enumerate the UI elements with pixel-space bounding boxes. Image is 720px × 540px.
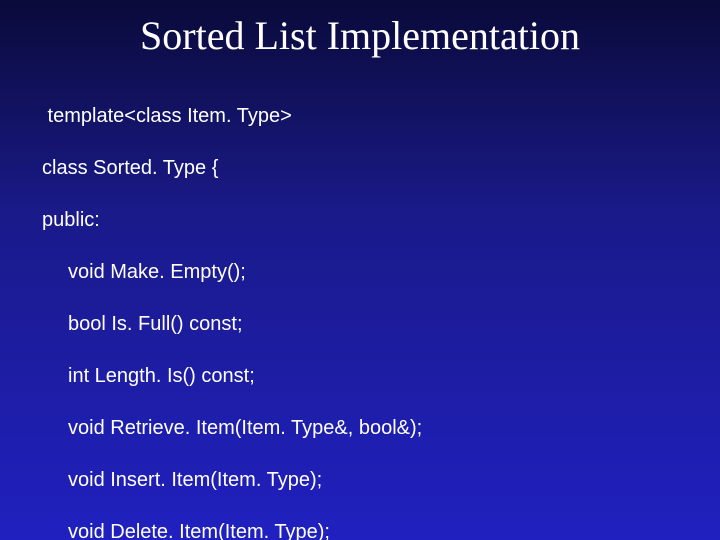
code-line: template<class Item. Type> (42, 103, 720, 129)
code-block: template<class Item. Type> class Sorted.… (42, 77, 720, 540)
code-line: class Sorted. Type { (42, 155, 720, 181)
code-line: void Delete. Item(Item. Type); (68, 519, 720, 540)
code-line: public: (42, 207, 720, 233)
code-line: void Insert. Item(Item. Type); (68, 467, 720, 493)
slide-title: Sorted List Implementation (0, 12, 720, 59)
code-line: bool Is. Full() const; (68, 311, 720, 337)
code-line: int Length. Is() const; (68, 363, 720, 389)
code-line: void Retrieve. Item(Item. Type&, bool&); (68, 415, 720, 441)
code-line: void Make. Empty(); (68, 259, 720, 285)
